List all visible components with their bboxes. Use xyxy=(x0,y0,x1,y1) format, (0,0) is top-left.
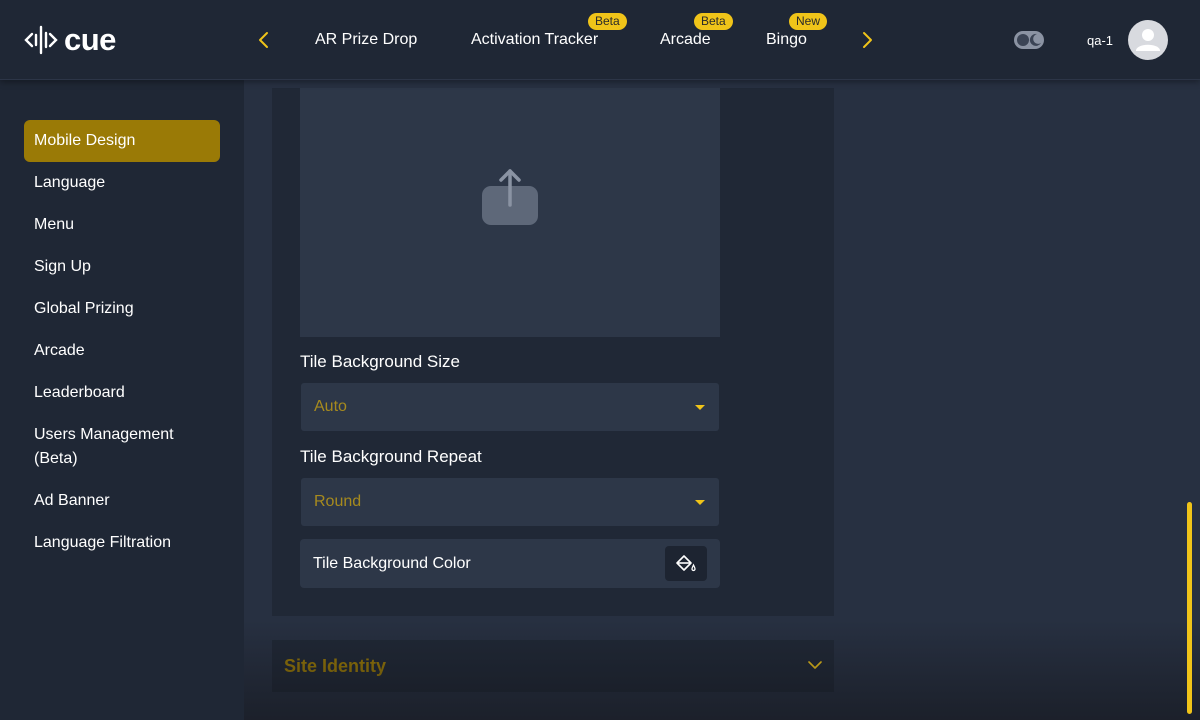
logo-text: cue xyxy=(64,22,116,57)
site-identity-accordion[interactable]: Site Identity xyxy=(272,640,834,692)
dark-mode-toggle[interactable] xyxy=(1014,31,1044,49)
sidebar-item-label: Leaderboard xyxy=(34,384,125,401)
tab-label: Bingo xyxy=(766,31,807,48)
sidebar-item-label: Users Management (Beta) xyxy=(34,426,174,467)
sidebar-item-menu[interactable]: Menu xyxy=(24,213,220,237)
cue-logo[interactable]: cue xyxy=(24,24,116,56)
top-bar: cue AR Prize Drop Activation Tracker Bet… xyxy=(0,0,1200,80)
sidebar-item-label: Arcade xyxy=(34,342,85,359)
beta-badge: Beta xyxy=(588,13,627,30)
sidebar-item-label: Mobile Design xyxy=(34,132,136,149)
selected-value: Auto xyxy=(314,398,347,415)
new-badge: New xyxy=(789,13,828,30)
sidebar-item-language-filtration[interactable]: Language Filtration xyxy=(24,531,220,555)
chevron-down-icon xyxy=(808,661,822,669)
tab-activation-tracker[interactable]: Activation Tracker Beta xyxy=(471,13,627,50)
tabs-scroll-left-button[interactable] xyxy=(255,28,273,52)
chevron-right-icon xyxy=(863,32,872,48)
tile-background-size-select[interactable]: Auto xyxy=(301,383,719,431)
user-icon xyxy=(1136,29,1160,51)
tile-background-image-upload[interactable] xyxy=(300,88,720,337)
tabs-scroll-right-button[interactable] xyxy=(858,28,876,52)
sidebar-item-label: Sign Up xyxy=(34,258,91,275)
sidebar-item-sign-up[interactable]: Sign Up xyxy=(24,255,220,279)
sidebar-item-leaderboard[interactable]: Leaderboard xyxy=(24,381,220,405)
sidebar-item-language[interactable]: Language xyxy=(24,171,220,195)
accordion-title: Site Identity xyxy=(284,656,387,676)
tab-label: Arcade xyxy=(660,31,711,48)
tile-background-repeat-select[interactable]: Round xyxy=(301,478,719,526)
username: qa-1 xyxy=(1087,33,1114,48)
sidebar-item-arcade[interactable]: Arcade xyxy=(24,339,220,363)
sidebar-item-label: Language xyxy=(34,174,106,191)
sidebar-item-users-management[interactable]: Users Management (Beta) xyxy=(24,423,194,471)
tab-arcade[interactable]: Arcade Beta xyxy=(660,13,733,50)
selected-value: Round xyxy=(314,493,362,510)
tab-bingo[interactable]: Bingo New xyxy=(766,13,828,50)
sidebar-item-label: Global Prizing xyxy=(34,300,134,317)
sidebar-item-ad-banner[interactable]: Ad Banner xyxy=(24,489,220,513)
paint-bucket-icon xyxy=(676,555,696,572)
caret-down-icon xyxy=(695,405,705,410)
tab-ar-prize-drop[interactable]: AR Prize Drop xyxy=(315,30,417,50)
sidebar-item-global-prizing[interactable]: Global Prizing xyxy=(24,297,220,321)
tile-background-size-label: Tile Background Size xyxy=(300,352,461,371)
soundwave-icon xyxy=(24,25,58,55)
tile-background-color-row: Tile Background Color xyxy=(300,539,720,588)
tile-background-repeat-label: Tile Background Repeat xyxy=(300,447,482,466)
color-picker-button[interactable] xyxy=(665,546,707,581)
caret-down-icon xyxy=(695,500,705,505)
sidebar-item-mobile-design[interactable]: Mobile Design xyxy=(24,120,220,162)
tile-background-color-label: Tile Background Color xyxy=(313,555,471,572)
tab-label: Activation Tracker xyxy=(471,31,599,48)
upload-icon xyxy=(482,169,538,225)
tab-label: AR Prize Drop xyxy=(315,31,418,48)
sidebar-item-label: Language Filtration xyxy=(34,534,171,551)
sidebar-item-label: Menu xyxy=(34,216,75,233)
avatar[interactable] xyxy=(1128,20,1168,60)
scrollbar-thumb[interactable] xyxy=(1187,502,1192,714)
moon-icon xyxy=(1029,33,1041,46)
beta-badge: Beta xyxy=(694,13,733,30)
sidebar: Mobile Design Language Menu Sign Up Glob… xyxy=(0,80,244,720)
sidebar-item-label: Ad Banner xyxy=(34,492,110,509)
chevron-left-icon xyxy=(259,32,268,48)
